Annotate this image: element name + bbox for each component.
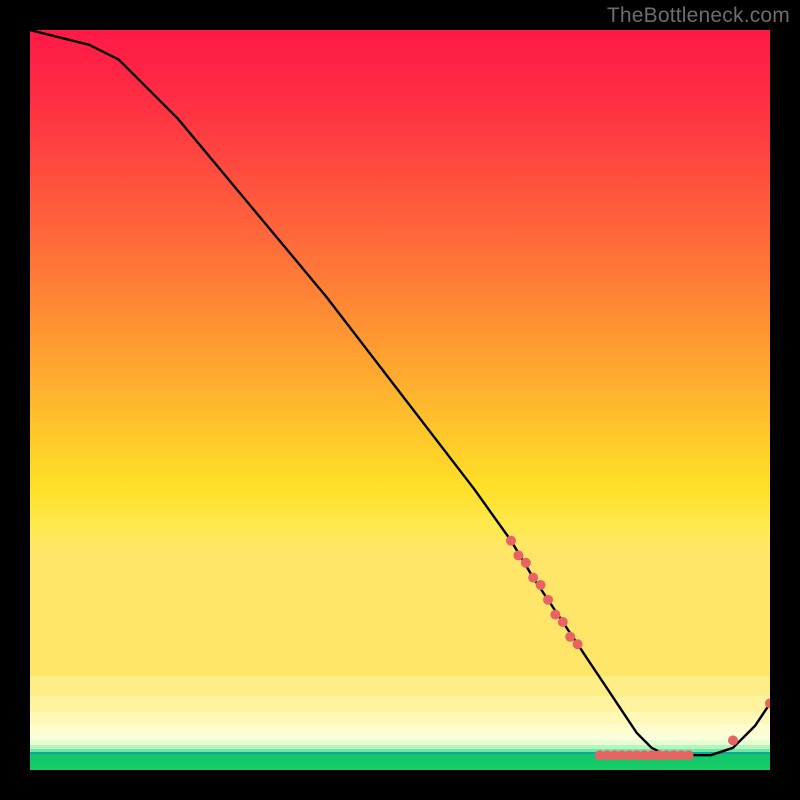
curve-marker [573, 639, 583, 649]
bottleneck-curve [30, 30, 770, 755]
plot-area [30, 30, 770, 770]
curve-marker [521, 558, 531, 568]
watermark-text: TheBottleneck.com [607, 4, 790, 28]
curve-marker [765, 698, 770, 708]
curve-marker [543, 595, 553, 605]
curve-marker [528, 573, 538, 583]
curve-marker [536, 580, 546, 590]
curve-marker [506, 536, 516, 546]
curve-markers [506, 536, 770, 761]
curve-marker [565, 632, 575, 642]
curve-marker [550, 610, 560, 620]
curve-marker [513, 550, 523, 560]
curve-marker [684, 750, 694, 760]
curve-layer [30, 30, 770, 770]
curve-marker [728, 735, 738, 745]
chart-stage: TheBottleneck.com [0, 0, 800, 800]
curve-marker [558, 617, 568, 627]
